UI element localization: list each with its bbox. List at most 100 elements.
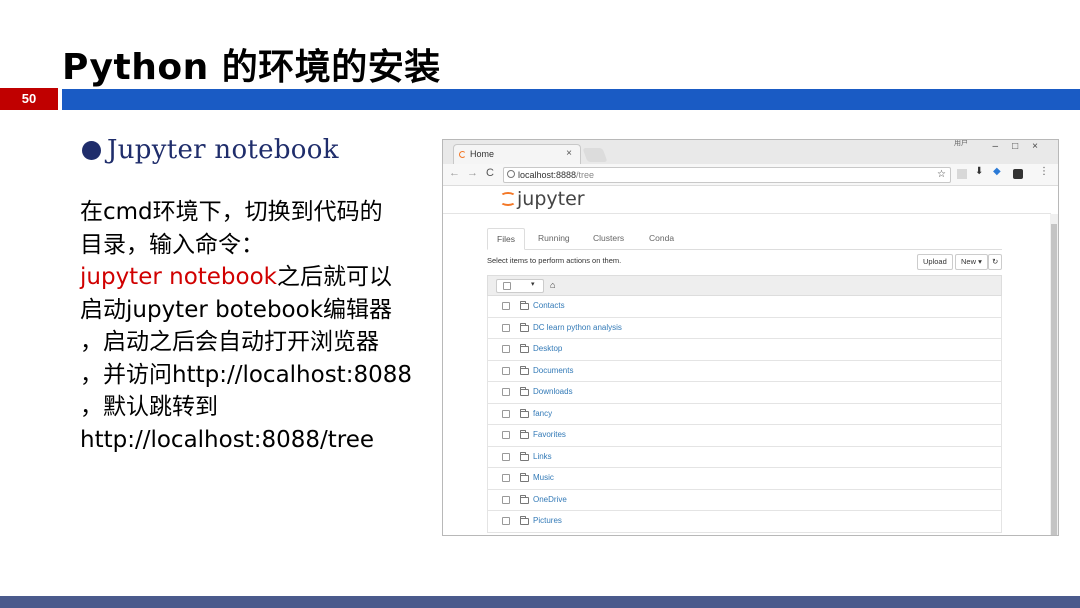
row-checkbox[interactable] — [502, 517, 510, 525]
chevron-down-icon: ▾ — [531, 281, 535, 288]
table-row[interactable]: fancy — [487, 403, 1002, 425]
jupyter-logo[interactable]: jupyter — [500, 188, 585, 210]
folder-link[interactable]: DC learn python analysis — [533, 323, 622, 332]
tab-close-icon[interactable]: × — [566, 145, 572, 163]
browser-tabstrip: Home × 用户 –□× — [443, 140, 1058, 164]
body-line: 在cmd环境下，切换到代码的 — [80, 196, 440, 229]
table-row[interactable]: Contacts — [487, 296, 1002, 318]
table-row[interactable]: Pictures — [487, 511, 1002, 533]
folder-icon — [520, 301, 529, 310]
folder-link[interactable]: fancy — [533, 409, 552, 418]
extension-blue-icon[interactable]: ◆ — [993, 166, 1003, 177]
folder-icon — [520, 365, 529, 375]
forward-arrow-icon[interactable]: → — [467, 167, 478, 179]
file-list-header: ▾ ⌂ — [487, 275, 1002, 296]
menu-dots-icon[interactable]: ⋮ — [1039, 166, 1049, 177]
select-all-dropdown[interactable]: ▾ — [496, 279, 544, 293]
table-row[interactable]: Desktop — [487, 339, 1002, 361]
body-line: http://localhost:8088/tree — [80, 424, 440, 457]
url-input[interactable]: localhost:8888/tree ☆ — [503, 167, 951, 183]
tab-running[interactable]: Running — [529, 228, 579, 250]
download-icon[interactable]: ⬇ — [975, 166, 985, 177]
body-paragraph: 在cmd环境下，切换到代码的 目录，输入命令： jupyter notebook之后… — [80, 196, 440, 456]
body-line-text: 在cmd环境下，切换到代码的 — [80, 199, 383, 225]
jupyter-favicon-icon — [459, 151, 466, 158]
star-icon[interactable]: ☆ — [937, 168, 946, 182]
body-line: ，默认跳转到 — [80, 391, 440, 424]
row-checkbox[interactable] — [502, 431, 510, 439]
tab-clusters[interactable]: Clusters — [584, 228, 633, 250]
row-checkbox[interactable] — [502, 474, 510, 482]
folder-link[interactable]: Music — [533, 473, 554, 482]
jupyter-logo-icon — [500, 192, 516, 206]
table-row[interactable]: Downloads — [487, 382, 1002, 404]
bullet-heading: Jupyter notebook — [82, 135, 339, 165]
browser-tab-home[interactable]: Home × — [453, 144, 581, 164]
table-row[interactable]: OneDrive — [487, 489, 1002, 511]
upload-button[interactable]: Upload — [917, 254, 953, 270]
url-path: /tree — [576, 170, 595, 180]
body-line-text: 启动jupyter botebook编辑器 — [80, 296, 393, 323]
home-icon[interactable]: ⌂ — [550, 280, 555, 290]
footer-bar — [0, 596, 1080, 608]
folder-link[interactable]: Links — [533, 452, 552, 461]
folder-link[interactable]: Contacts — [533, 301, 565, 310]
row-checkbox[interactable] — [502, 323, 510, 332]
row-checkbox[interactable] — [502, 409, 510, 418]
scrollbar-thumb[interactable] — [1051, 224, 1057, 535]
body-line: ，启动之后会自动打开浏览器 — [80, 326, 440, 359]
refresh-button[interactable]: ↻ — [988, 254, 1003, 270]
body-line: ，并访问http://localhost:8088 — [80, 359, 440, 392]
title-underline-bar — [62, 89, 1080, 110]
folder-link[interactable]: Desktop — [533, 344, 562, 353]
tab-conda[interactable]: Conda — [640, 228, 683, 250]
row-checkbox[interactable] — [502, 495, 510, 504]
extension-icon[interactable] — [957, 169, 967, 179]
table-row[interactable]: Favorites — [487, 425, 1002, 447]
tab-files[interactable]: Files — [487, 228, 525, 250]
table-row[interactable]: Links — [487, 446, 1002, 468]
command-highlight: jupyter notebook — [80, 264, 277, 290]
slide-title: Python 的环境的安装 — [62, 47, 441, 88]
body-line-text: 目录，输入命令： — [80, 231, 264, 258]
row-checkbox[interactable] — [502, 302, 510, 310]
folder-link[interactable]: Pictures — [533, 516, 562, 525]
window-controls[interactable]: –□× — [993, 140, 1052, 154]
body-line-text: ，并访问http://localhost:8088 — [80, 361, 412, 388]
row-checkbox[interactable] — [502, 345, 510, 353]
table-row[interactable]: DC learn python analysis — [487, 317, 1002, 339]
select-all-checkbox[interactable] — [503, 282, 511, 290]
body-line-text: http://localhost:8088/tree — [80, 426, 375, 453]
folder-icon — [520, 387, 529, 396]
row-checkbox[interactable] — [502, 452, 510, 461]
row-checkbox[interactable] — [502, 366, 510, 375]
file-list: ▾ ⌂ Contacts DC learn python analysis Desk… — [487, 275, 1002, 533]
address-bar: ← → C localhost:8888/tree ☆ ⬇ ◆ ⋮ — [443, 164, 1058, 186]
info-icon — [507, 170, 515, 178]
folder-icon — [520, 408, 529, 418]
row-checkbox[interactable] — [502, 388, 510, 396]
folder-link[interactable]: Favorites — [533, 430, 566, 439]
body-line-text: 之后就可以 — [277, 264, 392, 290]
body-line: jupyter notebook之后就可以 — [80, 261, 440, 294]
body-line: 启动jupyter botebook编辑器 — [80, 294, 440, 327]
folder-icon — [520, 516, 529, 525]
page-number: 50 — [0, 88, 58, 110]
folder-icon — [520, 344, 529, 353]
jupyter-logo-text: jupyter — [517, 188, 585, 210]
reload-icon[interactable]: C — [486, 167, 494, 179]
body-line-text: ，默认跳转到 — [80, 394, 218, 420]
new-button[interactable]: New ▾ — [955, 254, 988, 270]
browser-tab-title: Home — [470, 149, 495, 159]
bullet-text: Jupyter notebook — [107, 135, 339, 165]
folder-link[interactable]: OneDrive — [533, 495, 567, 504]
table-row[interactable]: Documents — [487, 360, 1002, 382]
folder-link[interactable]: Downloads — [533, 387, 573, 396]
new-tab-button[interactable] — [582, 148, 608, 162]
table-row[interactable]: Music — [487, 468, 1002, 490]
window-user-label: 用户 — [954, 140, 968, 147]
extension-dark-icon[interactable] — [1013, 169, 1023, 179]
folder-link[interactable]: Documents — [533, 366, 573, 375]
back-arrow-icon[interactable]: ← — [449, 167, 460, 179]
bullet-dot-icon — [82, 140, 101, 160]
